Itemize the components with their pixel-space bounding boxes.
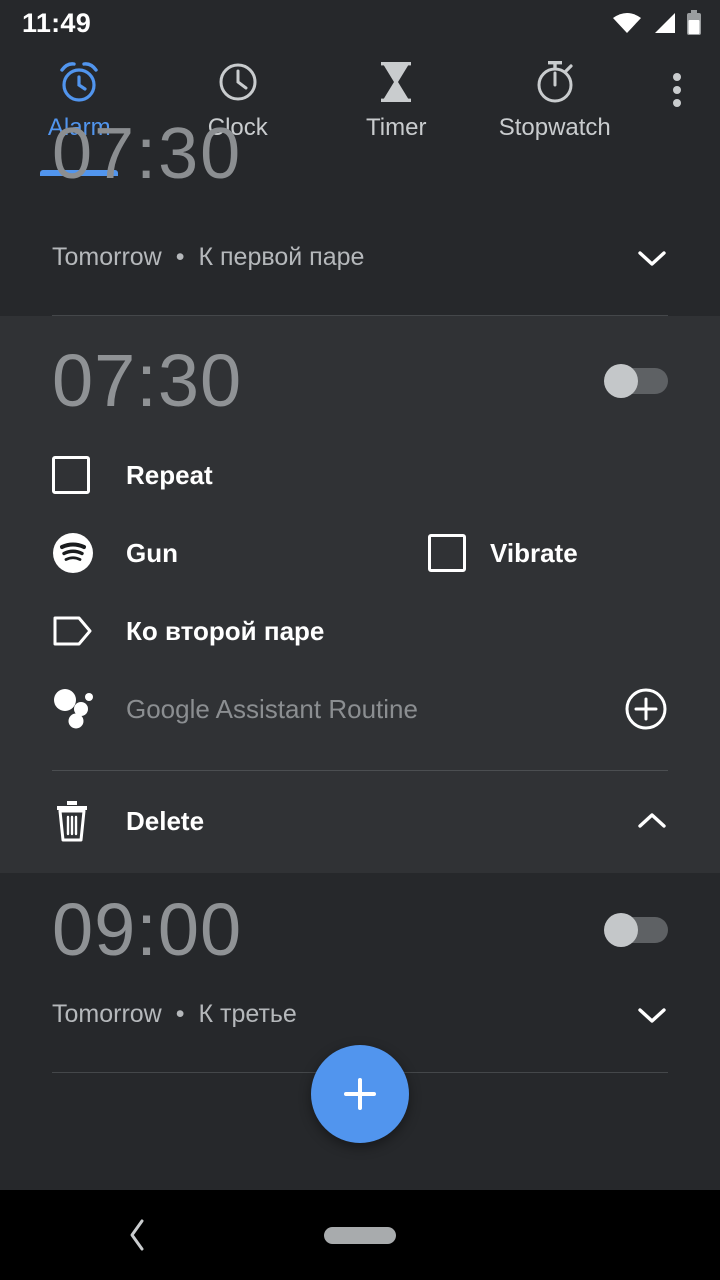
- system-nav-bar: [0, 1190, 720, 1280]
- vibrate-option[interactable]: Vibrate: [428, 534, 668, 572]
- more-vert-icon: [673, 68, 681, 112]
- repeat-label: Repeat: [126, 459, 213, 490]
- assistant-routine-row[interactable]: Google Assistant Routine: [52, 670, 668, 748]
- chevron-up-icon[interactable]: [636, 811, 668, 831]
- ringtone-label: Gun: [126, 537, 178, 568]
- alarm-third-label: К третье: [198, 1000, 297, 1028]
- alarm-clock-icon: [54, 54, 104, 110]
- overflow-menu-button[interactable]: [634, 54, 720, 176]
- home-pill-icon[interactable]: [324, 1226, 396, 1244]
- vibrate-label: Vibrate: [490, 537, 578, 568]
- alarm-first-separator: •: [175, 243, 185, 271]
- tab-stopwatch[interactable]: Stopwatch: [476, 54, 635, 176]
- alarm-third-toggle[interactable]: [604, 913, 668, 947]
- alarm-divider: [52, 315, 668, 316]
- delete-label: Delete: [126, 805, 205, 836]
- status-bar-icons: [612, 10, 702, 36]
- alarm-third-day: Tomorrow: [52, 1000, 162, 1028]
- alarm-third-subtitle: Tomorrow • К третье: [52, 1000, 668, 1029]
- stopwatch-icon: [532, 54, 578, 110]
- repeat-row[interactable]: Repeat: [52, 436, 668, 514]
- plus-icon: [338, 1072, 382, 1116]
- alarm-label-text: Ко второй паре: [126, 615, 325, 646]
- alarm-row-third[interactable]: 09:00 Tomorrow • К третье: [0, 873, 720, 1073]
- alarm-first-time: 07:30: [52, 114, 243, 180]
- wifi-icon: [612, 11, 642, 35]
- battery-icon: [686, 10, 702, 36]
- alarm-third-header[interactable]: 09:00: [52, 893, 668, 967]
- alarm-label-row[interactable]: Ко второй паре: [52, 592, 668, 670]
- alarm-card-expanded: 07:30 Repeat Gun Vibrate Ко второй паре …: [0, 316, 720, 873]
- google-assistant-icon: [52, 687, 126, 731]
- alarm-expanded-toggle[interactable]: [604, 364, 668, 398]
- status-bar-clock: 11:49: [22, 7, 92, 38]
- card-divider: [52, 770, 668, 771]
- alarm-row-first[interactable]: 07:30 Tomorrow • К первой паре: [0, 114, 720, 316]
- alarm-first-subtitle: Tomorrow • К первой паре: [52, 243, 668, 272]
- delete-row[interactable]: Delete: [52, 781, 668, 873]
- chevron-down-icon[interactable]: [636, 1005, 668, 1025]
- alarm-third-separator: •: [175, 1000, 185, 1028]
- chevron-down-icon[interactable]: [636, 248, 668, 268]
- assistant-routine-label: Google Assistant Routine: [126, 693, 418, 724]
- alarm-list: 07:30 Tomorrow • К первой паре 07:30 Rep…: [0, 114, 720, 1073]
- label-tag-icon: [52, 614, 126, 648]
- alarm-expanded-header[interactable]: 07:30: [52, 316, 668, 436]
- alarm-third-time[interactable]: 09:00: [52, 893, 242, 967]
- clock-icon: [215, 54, 261, 110]
- plus-circle-icon[interactable]: [624, 687, 668, 731]
- cellular-signal-icon: [651, 11, 677, 35]
- back-chevron-icon[interactable]: [125, 1216, 149, 1254]
- spotify-icon: [52, 532, 126, 574]
- ringtone-selector[interactable]: Gun: [52, 532, 428, 574]
- tab-timer[interactable]: Timer: [317, 54, 476, 176]
- tab-stopwatch-label: Stopwatch: [498, 114, 611, 141]
- trash-icon: [52, 799, 126, 843]
- repeat-checkbox[interactable]: [52, 456, 126, 494]
- status-bar: 11:49: [0, 0, 720, 46]
- ringtone-vibrate-row: Gun Vibrate: [52, 514, 668, 592]
- vibrate-checkbox[interactable]: [428, 534, 466, 572]
- alarm-first-label: К первой паре: [198, 243, 365, 271]
- clock-app-screen: 11:49 Alarm Clock Timer Stopwatch 07:30 …: [0, 0, 720, 1280]
- hourglass-icon: [374, 54, 418, 110]
- alarm-first-day: Tomorrow: [52, 243, 162, 271]
- tab-timer-label: Timer: [366, 114, 427, 141]
- alarm-expanded-time[interactable]: 07:30: [52, 344, 242, 418]
- add-alarm-fab[interactable]: [311, 1045, 409, 1143]
